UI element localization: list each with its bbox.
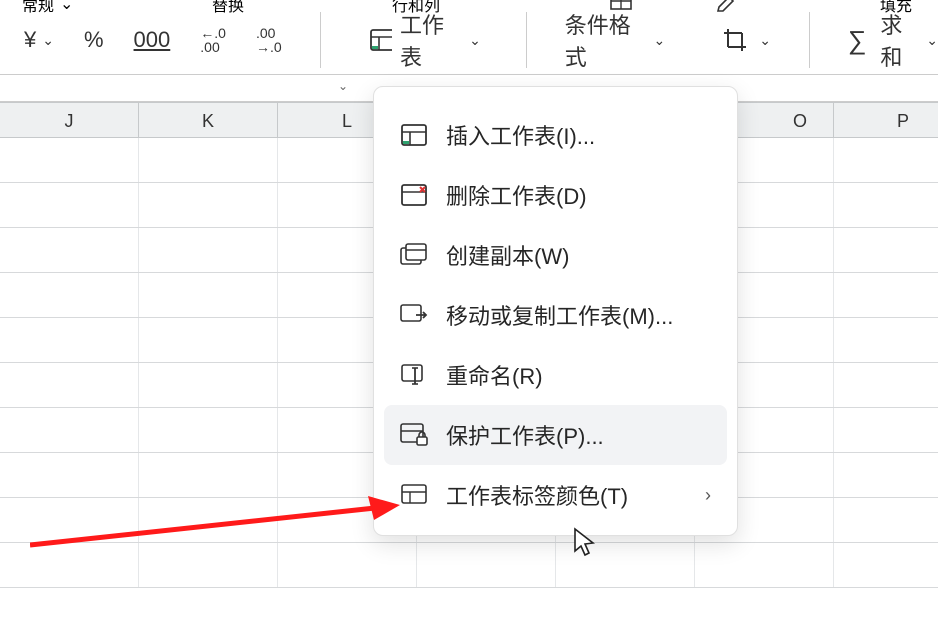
column-header-p[interactable]: P xyxy=(834,103,938,137)
conditional-format-button[interactable]: 条件格式⌄ xyxy=(565,8,665,72)
worksheet-button-label: 工作表 xyxy=(400,8,457,72)
tab-color-icon xyxy=(401,484,427,506)
fill-fragment[interactable]: 填充 xyxy=(880,0,912,16)
crop-button[interactable]: ⌄ xyxy=(721,26,771,54)
table-small-icon xyxy=(610,0,632,10)
ribbon-divider xyxy=(320,12,321,68)
menu-move-copy-sheet[interactable]: 移动或复制工作表(M)... xyxy=(384,285,727,345)
sum-button[interactable]: ∑ 求和 ⌄ xyxy=(848,8,938,72)
menu-item-label: 重命名(R) xyxy=(446,359,543,391)
style-dropdown-fragment[interactable]: 常规 xyxy=(22,0,54,16)
menu-item-label: 删除工作表(D) xyxy=(446,179,587,211)
ribbon-divider xyxy=(809,12,810,68)
menu-insert-sheet[interactable]: 插入工作表(I)... xyxy=(384,105,727,165)
increase-decimal-button[interactable]: .00 →.0 xyxy=(256,26,282,54)
worksheet-icon xyxy=(370,29,392,51)
protect-sheet-icon xyxy=(400,423,428,447)
menu-item-label: 创建副本(W) xyxy=(446,239,569,271)
highlighter-icon xyxy=(716,0,738,12)
currency-format-button[interactable]: ¥⌄ xyxy=(24,27,54,53)
thousands-format-button[interactable]: 000 xyxy=(134,27,171,53)
replace-fragment[interactable]: 替换 xyxy=(212,0,244,16)
ribbon-number-section: ¥⌄ % 000 ←.0 .00 .00 →.0 工作表 ⌄ 条件格式⌄ ⌄ ∑… xyxy=(0,6,938,74)
delete-sheet-icon xyxy=(401,184,427,206)
ribbon-divider xyxy=(526,12,527,68)
duplicate-sheet-icon xyxy=(400,243,428,267)
move-sheet-icon xyxy=(400,304,428,326)
menu-tab-color[interactable]: 工作表标签颜色(T) › xyxy=(384,465,727,525)
percent-format-button[interactable]: % xyxy=(84,27,104,53)
fx-dropdown-icon[interactable]: ⌄ xyxy=(338,79,348,93)
worksheet-context-menu: 插入工作表(I)... 删除工作表(D) 创建副本(W) 移动或复制工作表(M)… xyxy=(373,86,738,536)
insert-sheet-icon xyxy=(401,124,427,146)
decrease-decimal-button[interactable]: ←.0 .00 xyxy=(200,26,226,54)
rename-icon xyxy=(401,364,427,386)
menu-item-label: 工作表标签颜色(T) xyxy=(446,479,628,511)
menu-protect-sheet[interactable]: 保护工作表(P)... xyxy=(384,405,727,465)
sigma-icon: ∑ xyxy=(848,25,867,56)
menu-duplicate-sheet[interactable]: 创建副本(W) xyxy=(384,225,727,285)
menu-rename-sheet[interactable]: 重命名(R) xyxy=(384,345,727,405)
menu-item-label: 保护工作表(P)... xyxy=(446,419,604,451)
menu-delete-sheet[interactable]: 删除工作表(D) xyxy=(384,165,727,225)
chevron-down-icon: ⌄ xyxy=(469,32,481,49)
menu-item-label: 插入工作表(I)... xyxy=(446,119,595,151)
column-header-k[interactable]: K xyxy=(139,103,278,137)
submenu-arrow-icon: › xyxy=(705,485,711,506)
rowcol-fragment[interactable]: 行和列 xyxy=(392,0,440,16)
menu-item-label: 移动或复制工作表(M)... xyxy=(446,299,673,331)
column-header-j[interactable]: J xyxy=(0,103,139,137)
